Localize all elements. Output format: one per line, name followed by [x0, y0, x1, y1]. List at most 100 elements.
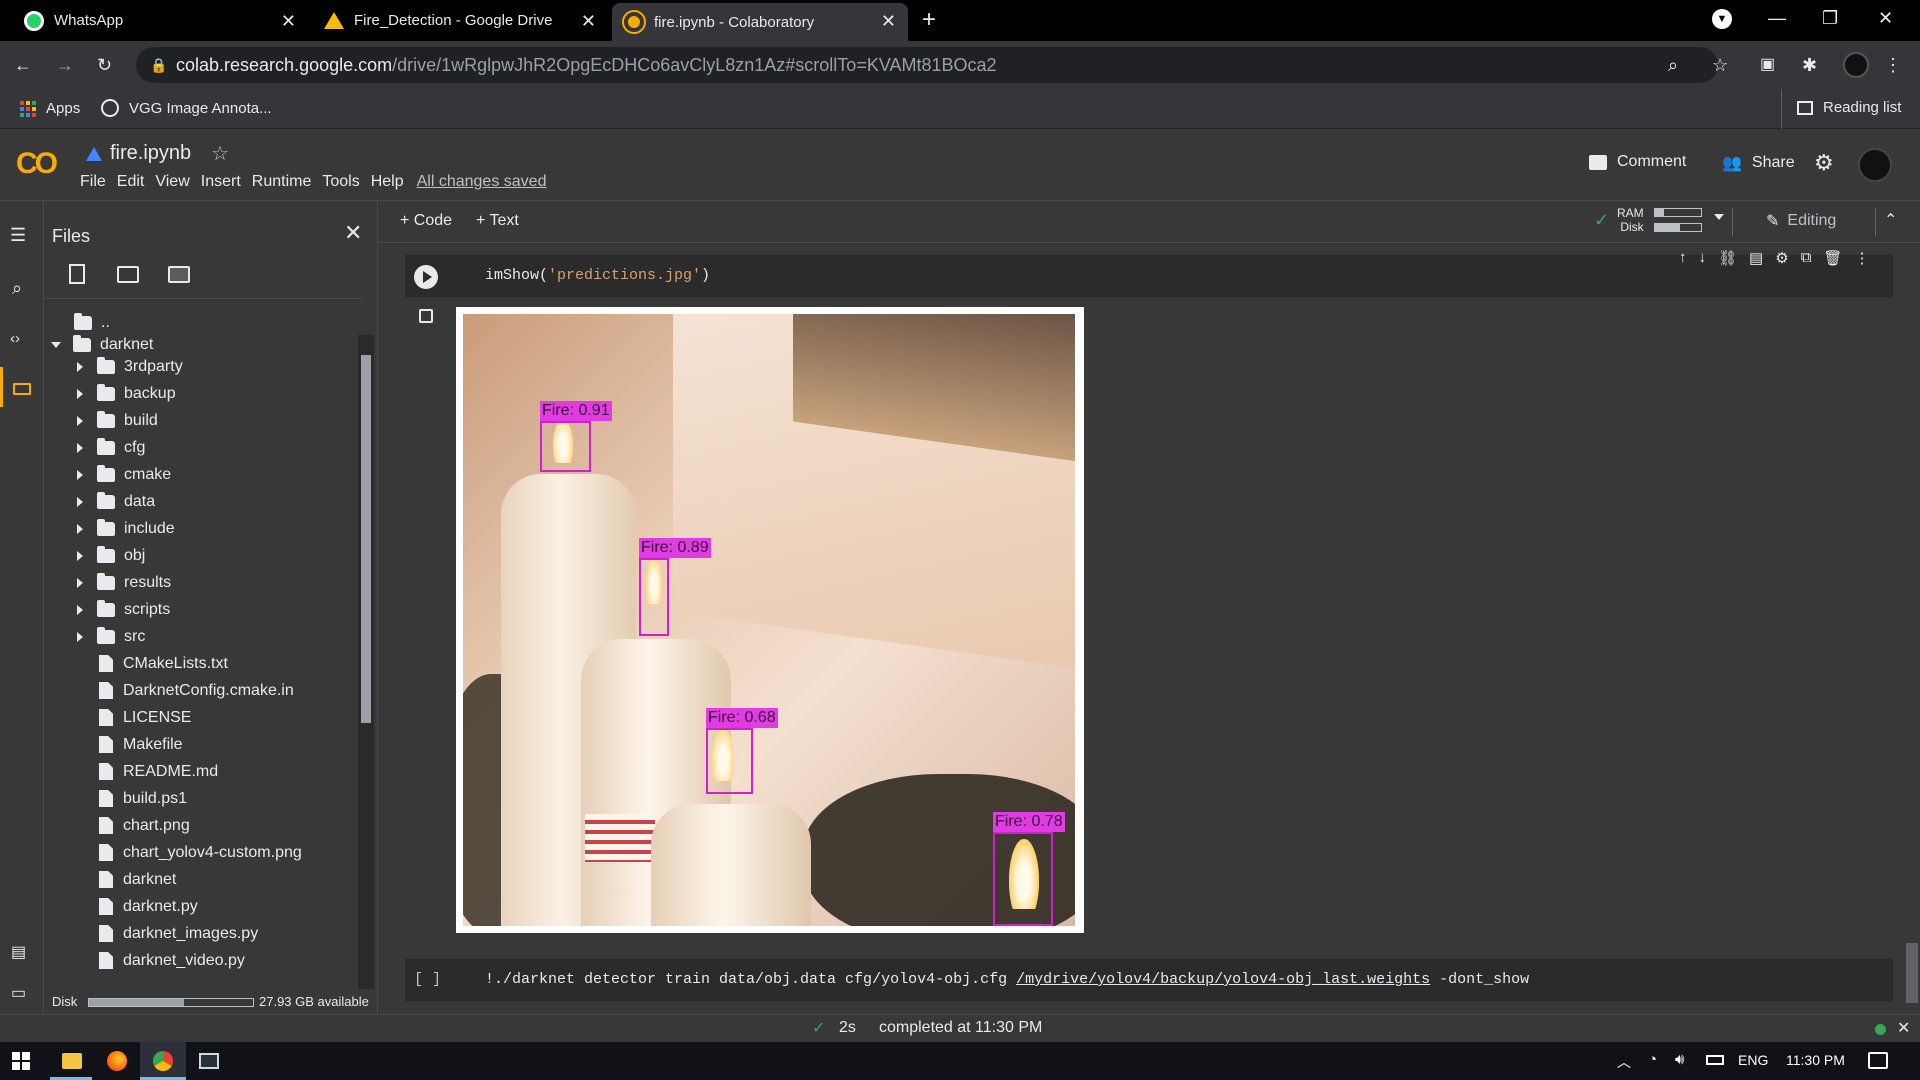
cell-1-code[interactable]: imShow('predictions.jpg')	[485, 267, 710, 284]
close-tab-icon[interactable]: ✕	[281, 11, 296, 32]
tree-row-file[interactable]: darknet_video.py	[97, 947, 245, 969]
profile-avatar[interactable]	[1843, 52, 1869, 78]
restore-window-button[interactable]: ❐	[1822, 6, 1838, 30]
tree-row-folder[interactable]: cfg	[77, 434, 145, 461]
chrome-taskbar-button[interactable]	[140, 1042, 186, 1080]
more-options-icon[interactable]: ⋮	[1854, 249, 1869, 267]
close-window-button[interactable]: ✕	[1878, 6, 1893, 30]
tree-row-folder[interactable]: results	[77, 569, 171, 596]
table-of-contents-icon[interactable]: ☰	[10, 223, 26, 247]
notebook-title[interactable]: fire.ipynb	[110, 142, 191, 165]
tree-row-file[interactable]: Makefile	[97, 731, 183, 758]
close-panel-icon[interactable]: ✕	[344, 221, 362, 245]
tree-row-file[interactable]: build.ps1	[97, 785, 187, 812]
tree-row-folder[interactable]: 3rdparty	[77, 353, 183, 380]
tab-search-icon[interactable]: ▼	[1712, 9, 1732, 29]
share-button[interactable]: 👥 Share	[1722, 153, 1795, 173]
firefox-icon[interactable]	[107, 1051, 127, 1071]
tree-row-file[interactable]: darknet_images.py	[97, 920, 258, 947]
chrome-menu-icon[interactable]: ⋮	[1884, 53, 1902, 77]
menu-file[interactable]: File	[80, 173, 106, 191]
code-cell-1[interactable]: imShow('predictions.jpg') ↑ ↓ ⛓ ▤ ⚙ ⧉ 🗑 …	[405, 249, 1893, 297]
account-avatar[interactable]	[1858, 148, 1892, 182]
bookmark-star-icon[interactable]: ☆	[1712, 53, 1728, 77]
mount-drive-icon[interactable]	[168, 266, 190, 283]
code-cell-2[interactable]: [ ] !./darknet detector train data/obj.d…	[405, 959, 1893, 1001]
tree-row-file[interactable]: darknet	[97, 866, 176, 893]
file-explorer-icon[interactable]	[62, 1053, 82, 1069]
upload-file-icon[interactable]	[69, 264, 85, 284]
files-folder-icon[interactable]	[13, 383, 31, 395]
menu-edit[interactable]: Edit	[117, 173, 145, 191]
tree-row-folder[interactable]: include	[77, 515, 175, 542]
windows-start-icon[interactable]	[12, 1052, 30, 1070]
search-icon[interactable]: ⌕	[12, 276, 22, 300]
tree-row-file[interactable]: chart_yolov4-custom.png	[97, 839, 302, 866]
close-tab-icon[interactable]: ✕	[581, 11, 596, 32]
colab-logo[interactable]: CO	[16, 147, 58, 181]
minimize-window-button[interactable]: —	[1768, 6, 1786, 30]
tree-row-file[interactable]: chart.png	[97, 812, 190, 839]
add-text-button[interactable]: + Text	[476, 212, 519, 230]
tree-row-folder[interactable]: backup	[77, 380, 176, 407]
tree-row-folder[interactable]: cmake	[77, 461, 171, 488]
terminal-icon[interactable]: ▭	[11, 982, 26, 1006]
tree-row-folder[interactable]: build	[77, 407, 158, 434]
reading-list-button[interactable]: Reading list	[1797, 99, 1901, 116]
settings-gear-icon[interactable]: ⚙	[1775, 249, 1788, 267]
terminal-app-icon[interactable]	[199, 1053, 219, 1069]
back-arrow-icon[interactable]: ←	[14, 53, 32, 77]
tree-row-folder[interactable]: obj	[77, 542, 145, 569]
tree-row-file[interactable]: LICENSE	[97, 704, 191, 731]
mirror-cell-icon[interactable]: ⧉	[1801, 249, 1812, 267]
file-tree-scrollbar[interactable]	[358, 335, 374, 989]
comment-icon[interactable]: ▤	[1749, 249, 1763, 267]
tab-colab[interactable]: fire.ipynb - Colaboratory ✕	[612, 3, 908, 41]
resources-dropdown-icon[interactable]	[1714, 214, 1724, 220]
new-tab-button[interactable]: +	[922, 8, 936, 32]
tree-row-file[interactable]: README.md	[97, 758, 218, 785]
ram-usage-bar[interactable]	[1654, 208, 1702, 217]
menu-insert[interactable]: Insert	[201, 173, 241, 191]
link-icon[interactable]: ⛓	[1718, 249, 1737, 267]
delete-icon[interactable]: 🗑	[1823, 249, 1842, 267]
execution-status[interactable]: completed at 11:30 PM	[879, 1019, 1042, 1037]
code-path-link[interactable]: /mydrive/yolov4/backup/yolov4-obj_last.w…	[1016, 971, 1430, 988]
notifications-icon[interactable]	[1868, 1052, 1888, 1069]
tree-row-file[interactable]: DarknetConfig.cmake.in	[97, 677, 294, 704]
forward-arrow-icon[interactable]: →	[56, 53, 74, 77]
extensions-puzzle-icon[interactable]: ✱	[1802, 53, 1817, 77]
cell-2-execution-count[interactable]: [ ]	[414, 971, 441, 988]
wifi-icon[interactable]: ◔	[1648, 1051, 1657, 1068]
tree-row-file[interactable]: CMakeLists.txt	[97, 650, 228, 677]
notebook-scrollbar-thumb[interactable]	[1906, 943, 1918, 1003]
menu-tools[interactable]: Tools	[322, 173, 359, 191]
bookmark-vgg[interactable]: VGG Image Annota...	[101, 99, 272, 117]
address-bar[interactable]: 🔒 colab.research.google.com/drive/1wRglp…	[136, 47, 1718, 83]
tab-google-drive[interactable]: Fire_Detection - Google Drive ✕	[312, 0, 608, 41]
menu-runtime[interactable]: Runtime	[252, 173, 312, 191]
tree-row-folder[interactable]: scripts	[77, 596, 170, 623]
refresh-folder-icon[interactable]	[117, 266, 139, 283]
move-down-icon[interactable]: ↓	[1699, 249, 1707, 267]
cast-icon[interactable]: ▣	[1760, 53, 1775, 77]
scrollbar-thumb[interactable]	[361, 355, 371, 723]
run-cell-button[interactable]	[414, 265, 438, 289]
add-code-button[interactable]: + Code	[400, 212, 452, 230]
clock-time[interactable]: 11:30 PM	[1786, 1052, 1845, 1068]
command-palette-icon[interactable]: ▤	[11, 941, 26, 965]
disk-usage-bar-toolbar[interactable]	[1654, 223, 1702, 232]
menu-view[interactable]: View	[155, 173, 189, 191]
battery-icon[interactable]	[1706, 1055, 1724, 1065]
star-icon[interactable]: ☆	[211, 141, 229, 166]
zoom-search-icon[interactable]: ⌕	[1668, 53, 1678, 77]
move-up-icon[interactable]: ↑	[1679, 249, 1687, 267]
language-indicator[interactable]: ENG	[1738, 1052, 1768, 1068]
tree-row-folder[interactable]: src	[77, 623, 145, 650]
tree-row-folder[interactable]: data	[77, 488, 155, 515]
show-hidden-icons-chevron-icon[interactable]: ︿	[1617, 1052, 1631, 1072]
bookmark-apps[interactable]: Apps	[20, 100, 80, 117]
close-tab-icon[interactable]: ✕	[881, 11, 896, 32]
comment-button[interactable]: Comment	[1589, 153, 1686, 171]
reload-icon[interactable]: ↻	[97, 53, 112, 77]
